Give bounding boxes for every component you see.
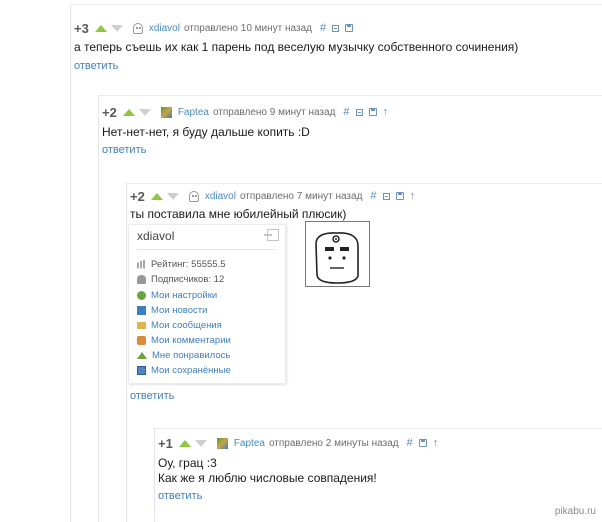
comment-author[interactable]: Faptea xyxy=(234,438,265,449)
thread-top-border-level-4 xyxy=(154,428,602,429)
comment-text-line-2: Как же я люблю числовые совпадения! xyxy=(158,471,377,485)
thread-line-level-4 xyxy=(154,428,155,522)
comment-timestamp: отправлено 9 минут назад xyxy=(212,106,336,118)
vote-up-icon[interactable] xyxy=(122,108,135,116)
comment-header: +2 xdiavol отправлено 7 минут назад # ↑ xyxy=(130,188,415,204)
vote-up-icon[interactable] xyxy=(178,439,191,447)
comment-timestamp: отправлено 7 минут назад xyxy=(239,190,363,202)
comment-icon xyxy=(137,335,146,345)
comment-link-icon[interactable]: # xyxy=(320,22,326,34)
ghost-avatar-icon xyxy=(132,22,143,34)
thread-line-level-1 xyxy=(70,6,71,522)
reply-button[interactable]: ответить xyxy=(74,60,118,72)
like-icon xyxy=(137,351,147,359)
user-avatar-icon xyxy=(160,106,172,118)
thread-top-border xyxy=(70,4,602,5)
comment-text-line-1: Оу, грац :3 xyxy=(158,456,217,470)
mail-icon xyxy=(137,321,146,329)
collapse-icon[interactable] xyxy=(332,24,340,32)
comment-header: +2 Faptea отправлено 9 минут назад # ↑ xyxy=(102,104,388,120)
reply-button[interactable]: ответить xyxy=(130,390,174,402)
vote-down-icon[interactable] xyxy=(110,24,123,32)
meme-face-drawing xyxy=(315,232,359,284)
comment-timestamp: отправлено 2 минуты назад xyxy=(268,437,399,449)
popup-divider xyxy=(137,249,277,250)
thread-top-border-level-3 xyxy=(126,183,602,184)
saved-icon xyxy=(137,365,146,375)
thread-top-border-level-2 xyxy=(98,95,602,96)
meme-face-image xyxy=(305,221,370,287)
parent-arrow-icon[interactable]: ↑ xyxy=(410,190,416,202)
bar-chart-icon xyxy=(137,259,146,269)
comment-author[interactable]: xdiavol xyxy=(205,191,236,202)
popup-link-comments[interactable]: Мои комментарии xyxy=(137,333,231,347)
profile-popup: xdiavol Рейтинг: 55555.5 Подписчиков: 12… xyxy=(128,224,286,384)
save-icon[interactable] xyxy=(368,108,377,116)
comment-link-icon[interactable]: # xyxy=(343,106,349,118)
ghost-avatar-icon xyxy=(188,190,199,202)
user-avatar-icon xyxy=(216,437,228,449)
popup-link-news[interactable]: Мои новости xyxy=(137,303,207,317)
thread-line-level-2 xyxy=(98,95,99,522)
comment-header: +1 Faptea отправлено 2 минуты назад # ↑ xyxy=(158,435,438,451)
comment-link-icon[interactable]: # xyxy=(407,437,413,449)
gear-icon xyxy=(137,290,146,300)
popup-link-liked[interactable]: Мне понравилось xyxy=(137,348,230,362)
popup-username[interactable]: xdiavol xyxy=(137,229,174,243)
comment-rating: +3 xyxy=(74,20,89,36)
parent-arrow-icon[interactable]: ↑ xyxy=(433,437,439,449)
comment-author[interactable]: xdiavol xyxy=(149,23,180,34)
popup-link-saved[interactable]: Мои сохранённые xyxy=(137,363,231,377)
vote-up-icon[interactable] xyxy=(150,192,163,200)
comment-text: ты поставила мне юбилейный плюсик) xyxy=(130,207,347,221)
comment-text: а теперь съешь их как 1 парень под весел… xyxy=(74,40,519,54)
collapse-icon[interactable] xyxy=(355,108,363,116)
comment-header: +3 xdiavol отправлено 10 минут назад # xyxy=(74,20,359,36)
reply-button[interactable]: ответить xyxy=(102,144,146,156)
popup-link-messages[interactable]: Мои сообщения xyxy=(137,318,222,332)
reply-button[interactable]: ответить xyxy=(158,490,202,502)
site-watermark: pikabu.ru xyxy=(554,506,596,517)
save-icon[interactable] xyxy=(418,439,427,447)
save-icon[interactable] xyxy=(395,192,404,200)
popup-rating: Рейтинг: 55555.5 xyxy=(137,257,226,271)
comment-timestamp: отправлено 10 минут назад xyxy=(183,22,312,34)
person-icon xyxy=(137,274,146,284)
comment-text: Нет-нет-нет, я буду дальше копить :D xyxy=(102,125,310,139)
vote-down-icon[interactable] xyxy=(194,439,207,447)
logout-icon[interactable] xyxy=(264,229,279,241)
save-icon[interactable] xyxy=(345,24,354,32)
vote-up-icon[interactable] xyxy=(94,24,107,32)
thread-line-level-3 xyxy=(126,183,127,522)
parent-arrow-icon[interactable]: ↑ xyxy=(383,106,389,118)
comment-author[interactable]: Faptea xyxy=(178,107,209,118)
vote-down-icon[interactable] xyxy=(166,192,179,200)
comment-rating: +2 xyxy=(130,188,145,204)
popup-subscribers: Подписчиков: 12 xyxy=(137,272,224,286)
popup-link-settings[interactable]: Мои настройки xyxy=(137,288,217,302)
comment-link-icon[interactable]: # xyxy=(370,190,376,202)
comment-rating: +1 xyxy=(158,435,173,451)
vote-down-icon[interactable] xyxy=(138,108,151,116)
collapse-icon[interactable] xyxy=(382,192,390,200)
comment-rating: +2 xyxy=(102,104,117,120)
news-icon xyxy=(137,305,146,315)
